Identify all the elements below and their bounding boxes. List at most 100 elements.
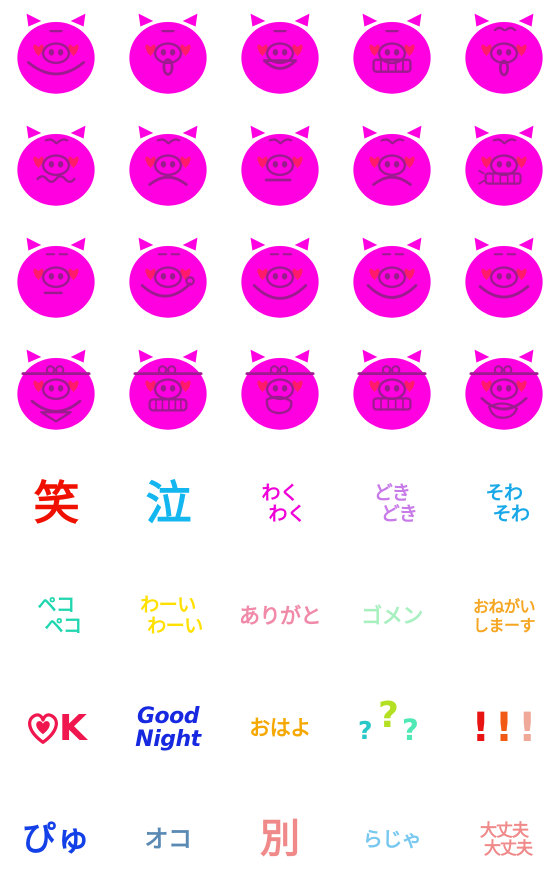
- sticker-wakuwaku-label: わく わく: [254, 482, 306, 525]
- pig-smile[interactable]: [0, 0, 112, 112]
- pig-gritted-teeth[interactable]: [448, 112, 560, 224]
- sticker-naku-label: 泣: [145, 476, 192, 531]
- sticker-pekopeko-line2: ペコ: [44, 615, 82, 637]
- sticker-waiwai-line1: わーい: [140, 594, 196, 617]
- sticker-oko[interactable]: オコ: [112, 784, 224, 896]
- sticker-daijoubu-line1: 大丈夫: [480, 820, 529, 841]
- sticker-pekopeko-label: ペコ ペコ: [30, 594, 82, 637]
- pig-frown-2-icon: [346, 122, 438, 214]
- pig-grin-wide-icon: [234, 234, 326, 326]
- pig-small-o-mouth[interactable]: [112, 0, 224, 112]
- question-mark-3: ?: [402, 713, 419, 747]
- sticker-goodnight-line2: Night: [135, 726, 201, 752]
- sticker-daijoubu-line2: 大丈夫: [484, 838, 533, 859]
- heart-icon: [25, 711, 61, 745]
- pig-hairband-teeth[interactable]: [336, 336, 448, 448]
- exclamation-mark-1: !: [471, 705, 490, 751]
- pig-gritted-teeth-icon: [458, 122, 550, 214]
- pig-worried-o[interactable]: [448, 0, 560, 112]
- sticker-wakuwaku[interactable]: わく わく: [224, 448, 336, 560]
- pig-smirk[interactable]: [112, 224, 224, 336]
- sticker-pekopeko-line1: ペコ: [37, 594, 75, 617]
- sticker-wakuwaku-line1: わく: [261, 482, 299, 505]
- pig-flat-mouth[interactable]: [224, 112, 336, 224]
- sticker-sheet: 笑泣わく わく どき どき そわ そわ ペコ ペコ わーい わーい ありがと ゴメン おねがい しまーす …: [0, 0, 560, 896]
- pig-teeth-grin-icon: [346, 10, 438, 102]
- sticker-gomen-label: ゴメン: [361, 603, 423, 628]
- sticker-daijoubu[interactable]: 大丈夫 大丈夫: [448, 784, 560, 896]
- pig-squiggle-mouth-icon: [10, 122, 102, 214]
- sticker-onegai[interactable]: おねがい しまーす: [448, 560, 560, 672]
- pig-smirk-icon: [122, 234, 214, 326]
- sticker-dokidoki-label: どき どき: [367, 482, 418, 523]
- pig-open-mouth[interactable]: [224, 0, 336, 112]
- pig-hairband-blob[interactable]: [224, 336, 336, 448]
- pig-hairband-smile[interactable]: [0, 336, 112, 448]
- sticker-exclamations[interactable]: !!!: [448, 672, 560, 784]
- exclamation-mark-2: !: [494, 705, 514, 751]
- pig-smile-2-icon: [458, 234, 550, 326]
- pig-neutral-icon: [10, 234, 102, 326]
- sticker-onegai-line1: おねがい: [472, 596, 536, 616]
- pig-frown-2[interactable]: [336, 112, 448, 224]
- pig-grin-tongue-icon: [346, 234, 438, 326]
- exclamation-mark-3: !: [518, 705, 537, 751]
- sticker-goodnight-line1: Good: [136, 703, 200, 729]
- sticker-sowasowa[interactable]: そわ そわ: [448, 448, 560, 560]
- sticker-betsu[interactable]: 別: [224, 784, 336, 896]
- pig-open-mouth-icon: [234, 10, 326, 102]
- pig-hairband-mouth[interactable]: [112, 336, 224, 448]
- sticker-warau[interactable]: 笑: [0, 448, 112, 560]
- sticker-arigato-label: ありがと: [239, 603, 322, 628]
- pig-worried-o-icon: [458, 10, 550, 102]
- sticker-naku[interactable]: 泣: [112, 448, 224, 560]
- pig-smile-2[interactable]: [448, 224, 560, 336]
- question-mark-1: ?: [358, 716, 373, 745]
- pig-grin-wide[interactable]: [224, 224, 336, 336]
- sticker-betsu-label: 別: [260, 816, 300, 863]
- pig-flat-mouth-icon: [234, 122, 326, 214]
- sticker-ohayo-label: おはよ: [249, 715, 311, 740]
- pig-teeth-grin[interactable]: [336, 0, 448, 112]
- pig-squiggle-mouth[interactable]: [0, 112, 112, 224]
- sticker-ohayo[interactable]: おはよ: [224, 672, 336, 784]
- sticker-wakuwaku-line2: わく: [268, 503, 306, 525]
- sticker-oko-label: オコ: [144, 825, 193, 854]
- sticker-pyu-label: ぴゅ: [22, 819, 90, 860]
- sticker-pyu[interactable]: ぴゅ: [0, 784, 112, 896]
- sticker-goodnight-label: Good Night: [135, 703, 201, 752]
- sticker-goodnight[interactable]: Good Night: [112, 672, 224, 784]
- exclamation-marks-group: !!!: [472, 708, 537, 748]
- sticker-arigato[interactable]: ありがと: [224, 560, 336, 672]
- sticker-question-marks[interactable]: ???: [336, 672, 448, 784]
- sticker-sowasowa-label: そわ そわ: [478, 482, 530, 525]
- sticker-waiwai-label: わーい わーい: [133, 596, 203, 635]
- sticker-onegai-line2: しまーす: [472, 615, 536, 635]
- sticker-sowasowa-line1: そわ: [485, 482, 523, 505]
- sticker-onegai-label: おねがい しまーす: [472, 596, 536, 635]
- pig-frown-icon: [122, 122, 214, 214]
- sticker-rajya[interactable]: らじゃ: [336, 784, 448, 896]
- pig-hairband-grin[interactable]: [448, 336, 560, 448]
- sticker-gomen[interactable]: ゴメン: [336, 560, 448, 672]
- ok-sticker-content: K: [25, 708, 87, 749]
- sticker-dokidoki[interactable]: どき どき: [336, 448, 448, 560]
- sticker-ok[interactable]: K: [0, 672, 112, 784]
- pig-hairband-grin-icon: [458, 346, 550, 438]
- pig-smile-icon: [10, 10, 102, 102]
- pig-neutral[interactable]: [0, 224, 112, 336]
- pig-hairband-mouth-icon: [122, 346, 214, 438]
- pig-frown[interactable]: [112, 112, 224, 224]
- ok-letter-k: K: [59, 707, 87, 749]
- question-mark-2: ?: [378, 695, 399, 736]
- sticker-waiwai[interactable]: わーい わーい: [112, 560, 224, 672]
- pig-grin-tongue[interactable]: [336, 224, 448, 336]
- sticker-dokidoki-line1: どき: [373, 482, 411, 505]
- sticker-rajya-label: らじゃ: [362, 827, 422, 852]
- question-marks-group: ???: [356, 698, 428, 758]
- pig-hairband-teeth-icon: [346, 346, 438, 438]
- sticker-warau-label: 笑: [33, 476, 80, 531]
- pig-hairband-smile-icon: [10, 346, 102, 438]
- sticker-sowasowa-line2: そわ: [492, 503, 530, 525]
- sticker-pekopeko[interactable]: ペコ ペコ: [0, 560, 112, 672]
